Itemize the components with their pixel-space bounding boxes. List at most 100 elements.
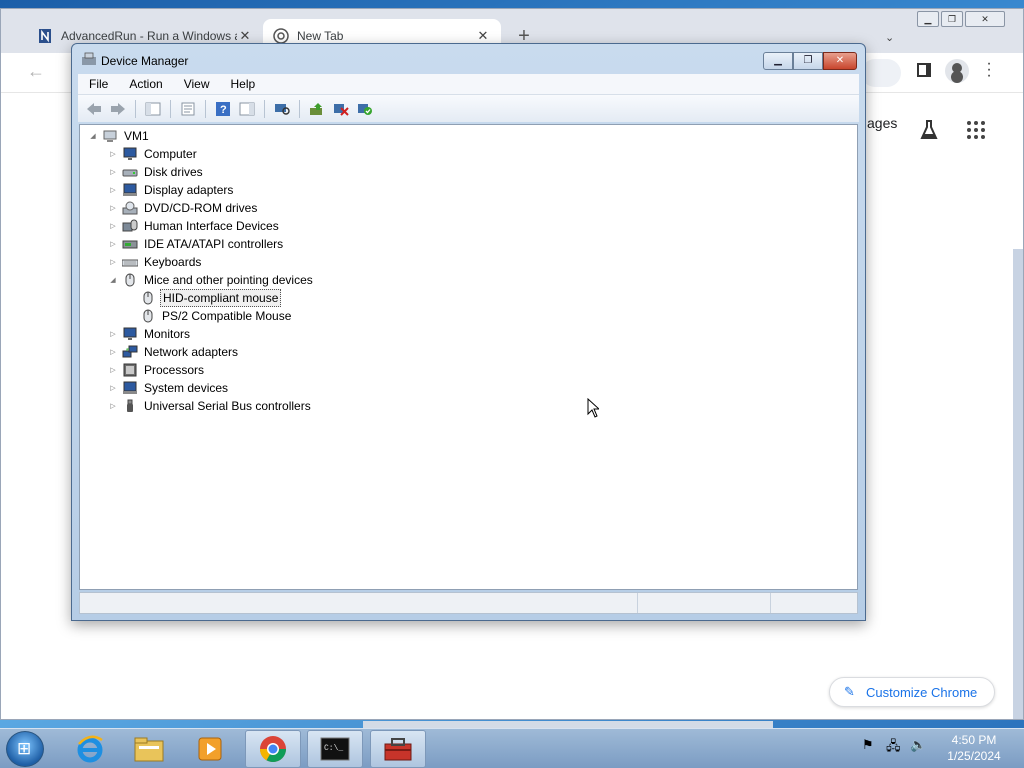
show-hide-console-tree-icon[interactable] — [143, 100, 163, 118]
clock[interactable]: 4:50 PM 1/25/2024 — [930, 732, 1018, 764]
tree-root[interactable]: ◢ VM1 — [88, 127, 151, 145]
dvd-drive-icon — [122, 201, 138, 215]
tree-item-disk-drives[interactable]: ▷ Disk drives — [108, 163, 205, 181]
customize-chrome-button[interactable]: ✎ Customize Chrome — [829, 677, 995, 707]
collapse-arrow-icon[interactable]: ◢ — [88, 132, 98, 140]
clock-date: 1/25/2024 — [947, 749, 1001, 763]
expand-arrow-icon[interactable]: ▷ — [108, 258, 118, 266]
tree-item-label: IDE ATA/ATAPI controllers — [144, 237, 284, 251]
minimize-button[interactable]: ▁ — [763, 52, 793, 70]
tree-item-ps2-mouse[interactable]: PS/2 Compatible Mouse — [126, 307, 293, 325]
address-bar[interactable] — [861, 59, 901, 87]
close-tab-icon[interactable]: ✕ — [237, 28, 253, 44]
taskbar-toolbox[interactable] — [370, 730, 426, 768]
media-player-icon — [198, 737, 222, 761]
menu-help[interactable]: Help — [220, 77, 266, 91]
tree-item-display-adapters[interactable]: ▷ Display adapters — [108, 181, 235, 199]
tree-item-processors[interactable]: ▷ Processors — [108, 361, 206, 379]
close-tab-icon[interactable]: ✕ — [475, 28, 491, 44]
expand-arrow-icon[interactable]: ▷ — [108, 222, 118, 230]
toolbar-separator — [264, 99, 265, 118]
tree-item-computer[interactable]: ▷ Computer — [108, 145, 199, 163]
chrome-scrollbar[interactable] — [1013, 249, 1023, 719]
tree-item-mice[interactable]: ◢ Mice and other pointing devices — [108, 271, 315, 289]
tree-item-dvd-drives[interactable]: ▷ DVD/CD-ROM drives — [108, 199, 259, 217]
expand-arrow-icon[interactable]: ▷ — [108, 348, 118, 356]
forward-icon[interactable] — [108, 100, 128, 118]
taskbar-command-prompt[interactable]: C:\_ — [307, 730, 363, 768]
monitor-icon — [123, 327, 137, 340]
menu-view[interactable]: View — [173, 77, 220, 91]
toolbar-separator — [205, 99, 206, 118]
expand-arrow-icon[interactable]: ▷ — [108, 204, 118, 212]
maximize-button[interactable]: ❐ — [793, 52, 823, 70]
expand-arrow-icon[interactable]: ▷ — [108, 168, 118, 176]
tree-root-label: VM1 — [124, 129, 149, 143]
tab-search-icon[interactable]: ⌄ — [885, 31, 894, 44]
tree-item-system-devices[interactable]: ▷ System devices — [108, 379, 230, 397]
tree-item-label: Network adapters — [144, 345, 239, 359]
ide-controller-icon — [122, 240, 138, 249]
expand-arrow-icon[interactable]: ▷ — [108, 240, 118, 248]
tree-item-network-adapters[interactable]: ▷ Network adapters — [108, 343, 240, 361]
volume-muted-icon[interactable]: 🔈 — [910, 737, 926, 753]
window-title: Device Manager — [101, 54, 189, 68]
expand-arrow-icon[interactable]: ▷ — [108, 150, 118, 158]
tree-item-label: Mice and other pointing devices — [144, 273, 313, 287]
close-button[interactable]: ✕ — [823, 52, 857, 70]
toolbar: ? — [78, 94, 859, 122]
images-link[interactable]: ages — [867, 115, 897, 131]
tree-item-label: Keyboards — [144, 255, 202, 269]
close-icon[interactable]: ✕ — [965, 11, 1005, 27]
expand-arrow-icon[interactable]: ▷ — [108, 402, 118, 410]
tree-item-hid[interactable]: ▷ Human Interface Devices — [108, 217, 281, 235]
restore-icon[interactable]: ❐ — [941, 11, 963, 27]
scan-hardware-icon[interactable] — [272, 100, 292, 118]
help-icon[interactable]: ? — [213, 100, 233, 118]
taskbar-chrome[interactable] — [245, 730, 301, 768]
uninstall-icon[interactable] — [331, 100, 351, 118]
file-explorer-icon — [134, 737, 164, 762]
minimize-icon[interactable]: ▁ — [917, 11, 939, 27]
taskbar-internet-explorer[interactable] — [62, 730, 118, 768]
enable-device-icon[interactable] — [355, 100, 375, 118]
back-icon[interactable] — [84, 100, 104, 118]
side-panel-icon[interactable] — [917, 63, 931, 77]
taskbar-media-player[interactable] — [182, 730, 238, 768]
expand-arrow-icon[interactable]: ▷ — [108, 384, 118, 392]
expand-arrow-icon[interactable]: ▷ — [108, 366, 118, 374]
tree-item-usb-controllers[interactable]: ▷ Universal Serial Bus controllers — [108, 397, 313, 415]
tree-item-keyboards[interactable]: ▷ Keyboards — [108, 253, 203, 271]
device-manager-titlebar[interactable]: Device Manager ▁ ❐ ✕ — [72, 44, 865, 74]
network-icon[interactable]: 🖧 — [886, 737, 902, 753]
properties-icon[interactable] — [178, 100, 198, 118]
collapse-arrow-icon[interactable]: ◢ — [108, 276, 118, 284]
customize-chrome-label: Customize Chrome — [866, 684, 978, 700]
tree-item-label: DVD/CD-ROM drives — [144, 201, 258, 215]
tree-item-ide-controllers[interactable]: ▷ IDE ATA/ATAPI controllers — [108, 235, 285, 253]
tree-item-label: Monitors — [144, 327, 191, 341]
google-apps-icon[interactable] — [967, 121, 985, 139]
menu-action[interactable]: Action — [118, 77, 172, 91]
status-bar — [79, 592, 858, 614]
monitor-icon — [123, 147, 137, 160]
labs-flask-icon[interactable] — [919, 119, 939, 141]
taskbar-file-explorer[interactable] — [121, 730, 177, 768]
back-arrow-icon[interactable]: ← — [27, 61, 45, 82]
device-manager-window: Device Manager ▁ ❐ ✕ File Action View He… — [71, 43, 866, 621]
menu-file[interactable]: File — [78, 77, 118, 91]
tree-item-hid-mouse[interactable]: HID-compliant mouse — [126, 289, 282, 307]
expand-arrow-icon[interactable]: ▷ — [108, 186, 118, 194]
tree-item-label: Universal Serial Bus controllers — [144, 399, 311, 413]
action-center-icon[interactable]: ⚑ — [862, 737, 878, 753]
update-driver-icon[interactable] — [307, 100, 327, 118]
status-pane — [638, 593, 771, 613]
network-adapter-icon — [122, 345, 138, 358]
action-pane-icon[interactable] — [237, 100, 257, 118]
start-button[interactable] — [6, 731, 44, 767]
keyboard-icon — [122, 259, 138, 267]
kebab-menu-icon[interactable]: · · · — [985, 56, 993, 84]
profile-icon[interactable] — [945, 59, 969, 83]
tree-item-monitors[interactable]: ▷ Monitors — [108, 325, 192, 343]
expand-arrow-icon[interactable]: ▷ — [108, 330, 118, 338]
